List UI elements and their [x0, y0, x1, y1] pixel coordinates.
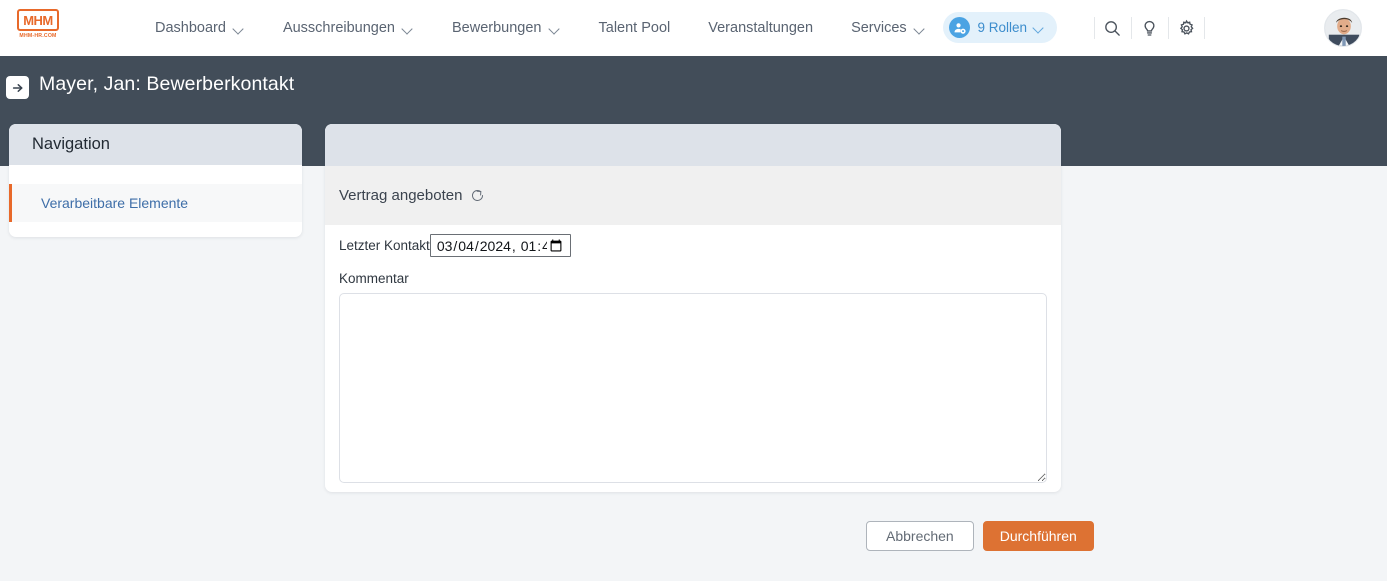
avatar[interactable]	[1324, 9, 1362, 47]
roles-selector[interactable]: 9 Rollen	[943, 12, 1057, 43]
sidebar-header: Navigation	[9, 124, 302, 165]
sidebar-item-label: Verarbeitbare Elemente	[41, 195, 189, 211]
top-navigation-bar: MHM MHM-HR.COM Dashboard Ausschreibungen…	[0, 0, 1387, 56]
nav-item-bewerbungen[interactable]: Bewerbungen	[452, 20, 561, 36]
logo[interactable]: MHM MHM-HR.COM	[17, 9, 59, 47]
chevron-down-icon	[234, 25, 245, 32]
last-contact-label: Letzter Kontakt	[339, 238, 430, 253]
submit-button[interactable]: Durchführen	[982, 521, 1094, 551]
chevron-down-icon	[550, 25, 561, 32]
comment-label: Kommentar	[339, 271, 409, 286]
chevron-down-icon	[403, 25, 414, 32]
page-title: Mayer, Jan: Bewerberkontakt	[39, 73, 295, 95]
search-icon[interactable]	[1094, 13, 1131, 43]
cancel-button[interactable]: Abbrechen	[866, 521, 974, 551]
comment-input[interactable]	[339, 293, 1047, 483]
arrow-right-icon[interactable]	[6, 76, 29, 99]
navigation-sidebar: Navigation Verarbeitbare Elemente	[9, 124, 302, 237]
gear-icon[interactable]	[1168, 13, 1205, 43]
nav-item-veranstaltungen[interactable]: Veranstaltungen	[708, 20, 813, 36]
nav-item-services[interactable]: Services	[851, 20, 926, 36]
chevron-down-icon	[915, 25, 926, 32]
roles-label: 9 Rollen	[977, 20, 1027, 35]
user-roles-icon	[949, 17, 971, 38]
main-menu: Dashboard Ausschreibungen Bewerbungen Ta…	[155, 0, 926, 56]
nav-item-label: Bewerbungen	[452, 20, 542, 36]
nav-item-label: Talent Pool	[598, 20, 671, 36]
history-rotate-icon[interactable]	[470, 188, 485, 203]
lightbulb-icon[interactable]	[1131, 13, 1168, 43]
nav-item-ausschreibungen[interactable]: Ausschreibungen	[283, 20, 414, 36]
sidebar-item-verarbeitbare-elemente[interactable]: Verarbeitbare Elemente	[9, 184, 302, 222]
status-badge: Vertrag angeboten	[339, 187, 463, 204]
nav-item-talent-pool[interactable]: Talent Pool	[599, 20, 671, 36]
sidebar-title: Navigation	[32, 135, 110, 153]
toolbar-icons	[1094, 0, 1205, 56]
logo-subtext: MHM-HR.COM	[19, 33, 57, 39]
sidebar-spacer	[9, 165, 302, 184]
status-band: Vertrag angeboten	[325, 166, 1061, 225]
nav-item-dashboard[interactable]: Dashboard	[155, 20, 245, 36]
last-contact-field-row: Letzter Kontakt	[325, 225, 1061, 257]
last-contact-input[interactable]	[429, 234, 571, 257]
comment-field-wrap	[325, 286, 1061, 483]
nav-item-label: Services	[851, 20, 907, 36]
logo-mark: MHM	[17, 9, 59, 31]
nav-item-label: Ausschreibungen	[282, 20, 395, 36]
form-card: Vertrag angeboten Letzter Kontakt Kommen…	[325, 124, 1061, 492]
card-top-band	[325, 124, 1061, 166]
nav-item-label: Veranstaltungen	[708, 20, 814, 36]
form-body: Letzter Kontakt Kommentar	[325, 225, 1061, 483]
nav-item-label: Dashboard	[155, 20, 226, 36]
form-actions: Abbrechen Durchführen	[866, 521, 1094, 551]
chevron-down-icon	[1034, 24, 1045, 31]
